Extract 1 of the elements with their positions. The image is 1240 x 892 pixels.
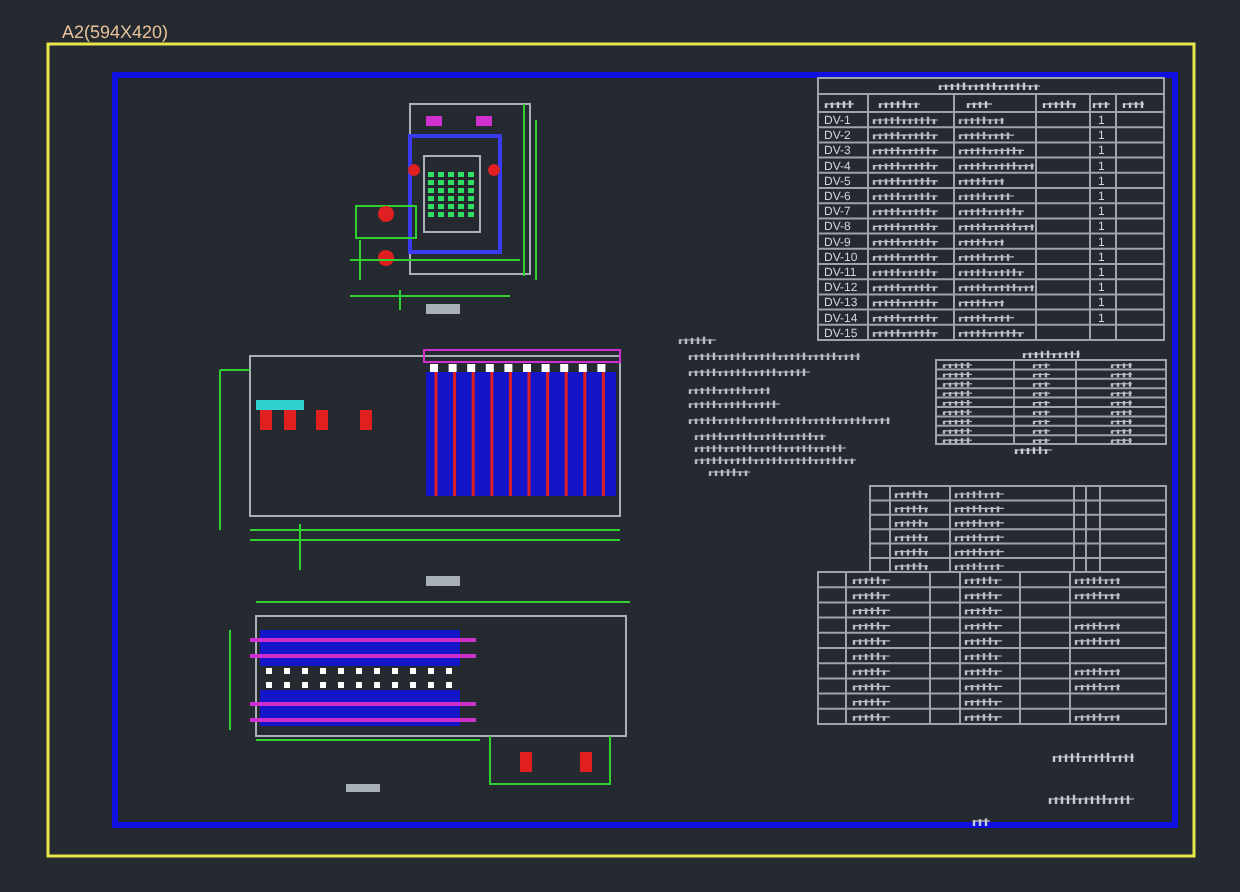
- sheet-title: A2(594X420): [62, 22, 169, 42]
